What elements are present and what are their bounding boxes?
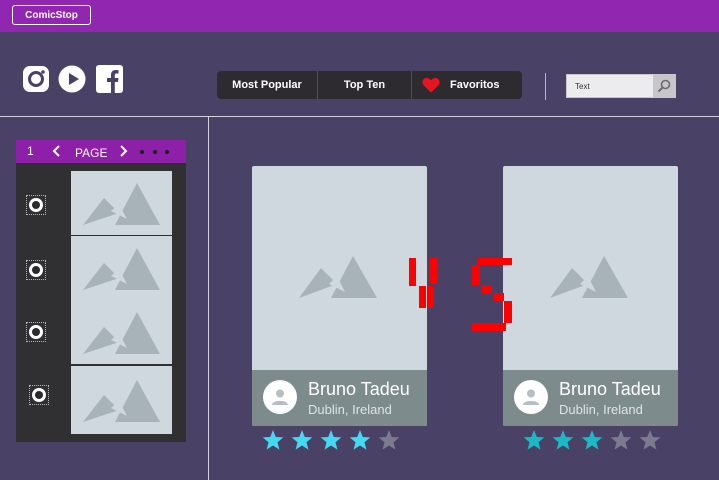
radio-button[interactable] [26, 195, 46, 215]
page-dot[interactable] [153, 150, 157, 154]
user-icon [272, 389, 288, 405]
search-box[interactable]: Text [566, 74, 676, 98]
card-footer: Bruno Tadeu Dublin, Ireland [503, 370, 678, 426]
star-filled-icon[interactable] [261, 429, 285, 451]
nav-favoritos-label: Favoritos [450, 79, 500, 91]
star-filled-icon[interactable] [522, 429, 546, 451]
image-icon [299, 256, 377, 298]
nav-top-ten[interactable]: Top Ten [318, 71, 411, 99]
prev-page-button[interactable] [52, 143, 62, 162]
star-filled-icon[interactable] [348, 429, 372, 451]
star-empty-icon[interactable] [377, 429, 401, 451]
vs-logo [408, 258, 514, 341]
nav-top-ten-label: Top Ten [343, 79, 386, 91]
page-label: PAGE [75, 146, 108, 160]
card-location: Dublin, Ireland [308, 402, 392, 417]
image-icon [83, 248, 160, 290]
sidebar-divider [208, 116, 209, 480]
image-placeholder[interactable] [71, 366, 172, 434]
chevron-left-icon [52, 145, 60, 157]
profile-card-right[interactable]: Bruno Tadeu Dublin, Ireland [503, 166, 678, 426]
avatar [514, 380, 548, 414]
next-page-button[interactable] [118, 143, 128, 162]
image-icon [83, 312, 160, 354]
profile-card-left[interactable]: Bruno Tadeu Dublin, Ireland [252, 166, 427, 426]
nav-most-popular[interactable]: Most Popular [217, 71, 317, 99]
pager: 1 PAGE [16, 140, 186, 163]
star-rating-right[interactable] [522, 429, 662, 451]
card-name: Bruno Tadeu [308, 379, 410, 399]
header-divider [545, 73, 546, 100]
chevron-right-icon [120, 145, 128, 157]
search-button[interactable] [653, 75, 675, 97]
image-icon [550, 256, 628, 298]
facebook-icon[interactable] [96, 65, 123, 93]
header-underline [0, 116, 719, 117]
card-footer: Bruno Tadeu Dublin, Ireland [252, 370, 427, 426]
play-icon[interactable] [58, 65, 86, 93]
radio-button[interactable] [29, 385, 49, 405]
radio-button[interactable] [26, 260, 46, 280]
page-dot[interactable] [140, 150, 144, 154]
page-number: 1 [27, 144, 34, 158]
radio-button[interactable] [26, 322, 46, 342]
top-bar: ComicStop [0, 0, 719, 32]
image-placeholder[interactable] [71, 171, 172, 235]
star-rating-left[interactable] [261, 429, 401, 451]
star-filled-icon[interactable] [580, 429, 604, 451]
instagram-icon[interactable] [22, 65, 50, 93]
nav-favoritos[interactable]: Favoritos [412, 71, 522, 99]
avatar [263, 380, 297, 414]
star-filled-icon[interactable] [319, 429, 343, 451]
image-placeholder[interactable] [71, 300, 172, 364]
page-dot[interactable] [165, 150, 169, 154]
star-empty-icon[interactable] [638, 429, 662, 451]
main-nav: Most Popular Top Ten Favoritos [217, 71, 522, 99]
user-icon [523, 389, 539, 405]
card-location: Dublin, Ireland [559, 402, 643, 417]
star-filled-icon[interactable] [290, 429, 314, 451]
image-icon [83, 183, 160, 225]
heart-icon [422, 77, 440, 93]
star-empty-icon[interactable] [609, 429, 633, 451]
vs-label [409, 258, 512, 331]
star-filled-icon[interactable] [551, 429, 575, 451]
search-input[interactable]: Text [575, 82, 590, 91]
brand-button[interactable]: ComicStop [12, 5, 91, 25]
card-name: Bruno Tadeu [559, 379, 661, 399]
image-placeholder[interactable] [71, 236, 172, 300]
image-icon [83, 380, 160, 422]
sidebar-list: 1 PAGE [16, 140, 186, 442]
nav-most-popular-label: Most Popular [232, 79, 302, 91]
search-icon [657, 79, 671, 93]
